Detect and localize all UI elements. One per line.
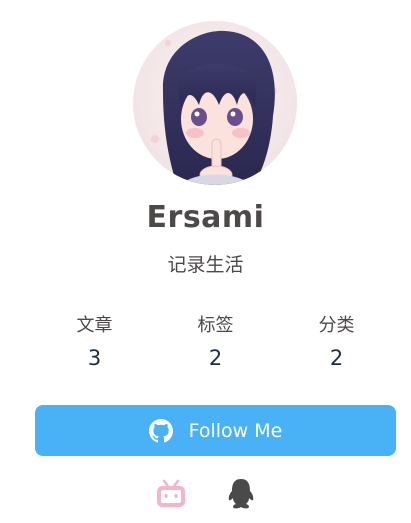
follow-me-label: Follow Me bbox=[188, 419, 283, 442]
stat-tags[interactable]: 标签 2 bbox=[155, 312, 276, 372]
qq-icon bbox=[228, 479, 253, 509]
bilibili-icon bbox=[156, 479, 185, 507]
github-icon bbox=[148, 418, 173, 443]
stat-count: 2 bbox=[329, 346, 344, 370]
profile-card: Ersami 记录生活 文章 3 标签 2 分类 2 Follow Me bbox=[0, 0, 411, 523]
stat-label: 文章 bbox=[76, 315, 113, 336]
bilibili-link[interactable] bbox=[154, 477, 188, 511]
avatar[interactable] bbox=[133, 21, 297, 185]
profile-name: Ersami bbox=[146, 200, 265, 235]
stat-categories[interactable]: 分类 2 bbox=[276, 312, 397, 372]
stat-articles[interactable]: 文章 3 bbox=[34, 312, 155, 372]
stat-label: 标签 bbox=[197, 315, 234, 336]
stat-count: 3 bbox=[87, 346, 102, 370]
follow-me-button[interactable]: Follow Me bbox=[35, 405, 396, 456]
profile-bio: 记录生活 bbox=[167, 254, 244, 276]
stats-bar: 文章 3 标签 2 分类 2 bbox=[34, 312, 397, 372]
stat-count: 2 bbox=[208, 346, 223, 370]
stat-label: 分类 bbox=[318, 315, 355, 336]
qq-link[interactable] bbox=[224, 477, 258, 511]
social-links bbox=[0, 477, 411, 511]
avatar-image bbox=[133, 21, 297, 185]
